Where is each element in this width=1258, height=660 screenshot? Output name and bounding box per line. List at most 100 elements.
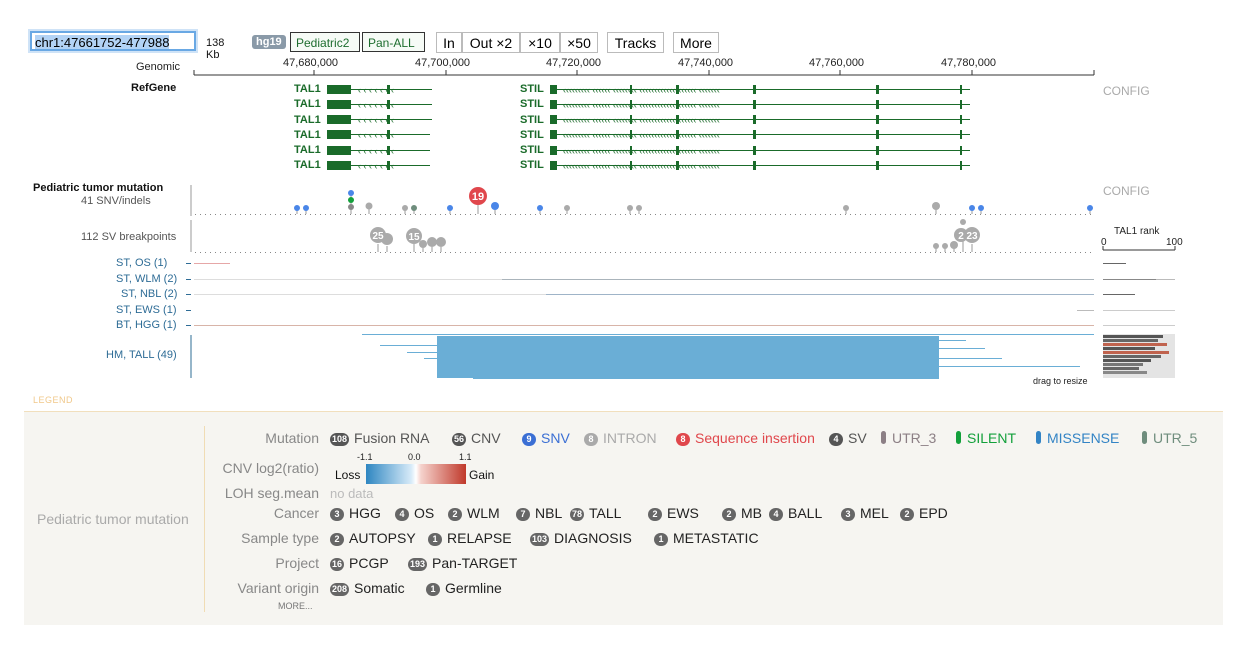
cnv-tick: -1.1 — [357, 452, 373, 462]
legend-item-label: SV — [848, 430, 867, 446]
legend-item[interactable]: 108 Fusion RNA — [330, 430, 430, 446]
legend-item-label: Germline — [445, 580, 502, 596]
legend-item-label: OS — [414, 505, 435, 521]
legend-color-swatch — [1142, 431, 1147, 444]
legend-item-label: TALL — [589, 505, 622, 521]
stil-transcript: ‹‹‹‹‹‹‹‹‹ ‹‹‹‹‹‹ ‹‹‹‹‹‹‹‹ ‹‹‹‹‹‹‹‹‹‹‹‹‹‹… — [550, 161, 970, 171]
legend-count-badge: 2 — [722, 508, 736, 521]
sv-breakpoints[interactable] — [370, 219, 980, 252]
legend-project-label: Project — [275, 555, 319, 571]
legend-count-badge: 2 — [900, 508, 914, 521]
legend-item-label: UTR_5 — [1153, 430, 1198, 446]
legend-count-badge: 8 — [584, 433, 598, 446]
legend-item[interactable]: 8 Sequence insertion — [676, 430, 815, 446]
legend-item[interactable]: 3 HGG — [330, 505, 381, 521]
legend-item[interactable]: 2 EWS — [648, 505, 699, 521]
legend-item[interactable]: MISSENSE — [1036, 430, 1119, 446]
legend-item-label: HGG — [349, 505, 381, 521]
legend-item-label: WLM — [467, 505, 500, 521]
legend-count-badge: 2 — [648, 508, 662, 521]
tal1-transcript: ‹ ‹ ‹ ‹ ‹ ‹ ‹ — [327, 130, 430, 140]
snv-bubble-count: 19 — [472, 191, 484, 203]
legend-item[interactable]: 2 EPD — [900, 505, 948, 521]
svg-text:‹ ‹ ‹ ‹ ‹ ‹ ‹: ‹ ‹ ‹ ‹ ‹ ‹ ‹ — [358, 130, 394, 140]
legend-item-label: SNV — [541, 430, 570, 446]
legend-color-swatch — [956, 431, 961, 444]
tal1-transcript: ‹ ‹ ‹ ‹ ‹ ‹ ‹ — [327, 85, 432, 95]
legend-item[interactable]: 1 METASTATIC — [654, 530, 759, 546]
legend-item[interactable]: 56 CNV — [452, 430, 501, 446]
legend-item-label: METASTATIC — [673, 530, 759, 546]
legend-count-badge: 7 — [516, 508, 530, 521]
svg-text:‹ ‹ ‹ ‹ ‹ ‹ ‹: ‹ ‹ ‹ ‹ ‹ ‹ ‹ — [358, 146, 394, 156]
sample-rows[interactable] — [186, 263, 1094, 326]
legend-item-label: DIAGNOSIS — [554, 530, 632, 546]
legend-count-badge: 103 — [530, 533, 550, 546]
stil-transcript: ‹‹‹‹‹‹‹‹‹ ‹‹‹‹‹‹ ‹‹‹‹‹‹‹‹ ‹‹‹‹‹‹‹‹‹‹‹‹‹‹… — [550, 100, 970, 110]
cnv-tick: 0.0 — [408, 452, 421, 462]
legend-item[interactable]: 193 Pan-TARGET — [408, 555, 517, 571]
legend-item[interactable]: 8 INTRON — [584, 430, 657, 446]
svg-text:‹ ‹ ‹ ‹ ‹ ‹ ‹: ‹ ‹ ‹ ‹ ‹ ‹ ‹ — [358, 115, 394, 125]
legend-item[interactable]: 9 SNV — [522, 430, 570, 446]
legend-item[interactable]: UTR_3 — [881, 430, 936, 446]
legend-count-badge: 1 — [428, 533, 442, 546]
rank-axis — [1102, 246, 1176, 251]
legend-item-label: MB — [741, 505, 762, 521]
cnv-gain-label: Gain — [469, 468, 495, 482]
legend-item[interactable]: 7 NBL — [516, 505, 562, 521]
legend-item[interactable]: 2 MB — [722, 505, 762, 521]
snv-lollipops[interactable] — [294, 187, 1093, 214]
legend-count-badge: 208 — [330, 583, 350, 596]
legend-count-badge: 193 — [408, 558, 428, 571]
legend-item-label: MISSENSE — [1047, 430, 1120, 446]
legend-item[interactable]: 208 Somatic — [330, 580, 405, 596]
cnv-loss-label: Loss — [335, 468, 361, 482]
legend-item-label: INTRON — [603, 430, 657, 446]
legend-count-badge: 56 — [452, 433, 467, 446]
legend-mutation-label: Mutation — [265, 430, 319, 446]
legend-item[interactable]: 3 MEL — [841, 505, 889, 521]
legend-item-label: EPD — [919, 505, 948, 521]
stil-gene-models[interactable]: ‹‹‹‹‹‹‹‹‹ ‹‹‹‹‹‹ ‹‹‹‹‹‹‹‹ ‹‹‹‹‹‹‹‹‹‹‹‹‹‹… — [550, 85, 970, 171]
legend-item[interactable]: 103 DIAGNOSIS — [530, 530, 632, 546]
rank-bars[interactable] — [1103, 263, 1175, 379]
legend-item-label: CNV — [471, 430, 501, 446]
legend-item[interactable]: 4 BALL — [769, 505, 822, 521]
legend-item[interactable]: 4 SV — [829, 430, 867, 446]
tall-cnv-segments[interactable] — [362, 334, 1094, 379]
legend-count-badge: 108 — [330, 433, 350, 446]
legend-item[interactable]: UTR_5 — [1142, 430, 1197, 446]
tal1-gene-models[interactable]: ‹ ‹ ‹ ‹ ‹ ‹ ‹ ‹ ‹ ‹ ‹ ‹ ‹ ‹ ‹ ‹ ‹ ‹ ‹ ‹ … — [327, 85, 432, 171]
legend-count-badge: 78 — [570, 508, 585, 521]
legend-count-badge: 3 — [330, 508, 344, 521]
legend-item[interactable]: 4 OS — [395, 505, 434, 521]
legend-loh-label: LOH seg.mean — [224, 485, 319, 501]
svg-text:‹‹‹‹‹‹‹‹‹ ‹‹‹‹‹‹ ‹‹‹‹‹‹‹‹ ‹: ‹‹‹‹‹‹‹‹‹ ‹‹‹‹‹‹ ‹‹‹‹‹‹‹‹ ‹‹‹‹‹‹‹‹‹‹‹‹‹‹… — [563, 130, 720, 140]
legend-item[interactable]: 78 TALL — [570, 505, 621, 521]
tal1-transcript: ‹ ‹ ‹ ‹ ‹ ‹ ‹ — [327, 146, 430, 156]
legend-item-label: NBL — [535, 505, 563, 521]
genome-browser-canvas[interactable]: ‹ ‹ ‹ ‹ ‹ ‹ ‹ ‹ ‹ ‹ ‹ ‹ ‹ ‹ ‹ ‹ ‹ ‹ ‹ ‹ … — [0, 0, 1258, 410]
sv-bubble-count: 25 — [372, 231, 384, 242]
legend-count-badge: 8 — [676, 433, 690, 446]
svg-text:‹‹‹‹‹‹‹‹‹ ‹‹‹‹‹‹ ‹‹‹‹‹‹‹‹ ‹: ‹‹‹‹‹‹‹‹‹ ‹‹‹‹‹‹ ‹‹‹‹‹‹‹‹ ‹‹‹‹‹‹‹‹‹‹‹‹‹‹… — [563, 146, 720, 156]
legend-item[interactable]: 16 PCGP — [330, 555, 389, 571]
legend-item-label: MEL — [860, 505, 889, 521]
legend-item[interactable]: 2 AUTOPSY — [330, 530, 416, 546]
legend-item-label: RELAPSE — [447, 530, 512, 546]
cnv-color-scale — [366, 464, 466, 484]
legend-item[interactable]: 1 RELAPSE — [428, 530, 512, 546]
legend-count-badge: 1 — [654, 533, 668, 546]
legend-count-badge: 4 — [829, 433, 843, 446]
legend-color-swatch — [1036, 431, 1041, 444]
legend-item-label: PCGP — [349, 555, 389, 571]
legend-item[interactable]: SILENT — [956, 430, 1016, 446]
legend-item-label: Pan-TARGET — [432, 555, 518, 571]
legend-item[interactable]: 2 WLM — [448, 505, 500, 521]
legend-header[interactable]: LEGEND — [33, 395, 73, 405]
tal1-transcript: ‹ ‹ ‹ ‹ ‹ ‹ ‹ — [327, 100, 432, 110]
legend-item[interactable]: 1 Germline — [426, 580, 502, 596]
loh-value: no data — [330, 486, 374, 501]
legend-more-link[interactable]: MORE... — [278, 601, 313, 611]
